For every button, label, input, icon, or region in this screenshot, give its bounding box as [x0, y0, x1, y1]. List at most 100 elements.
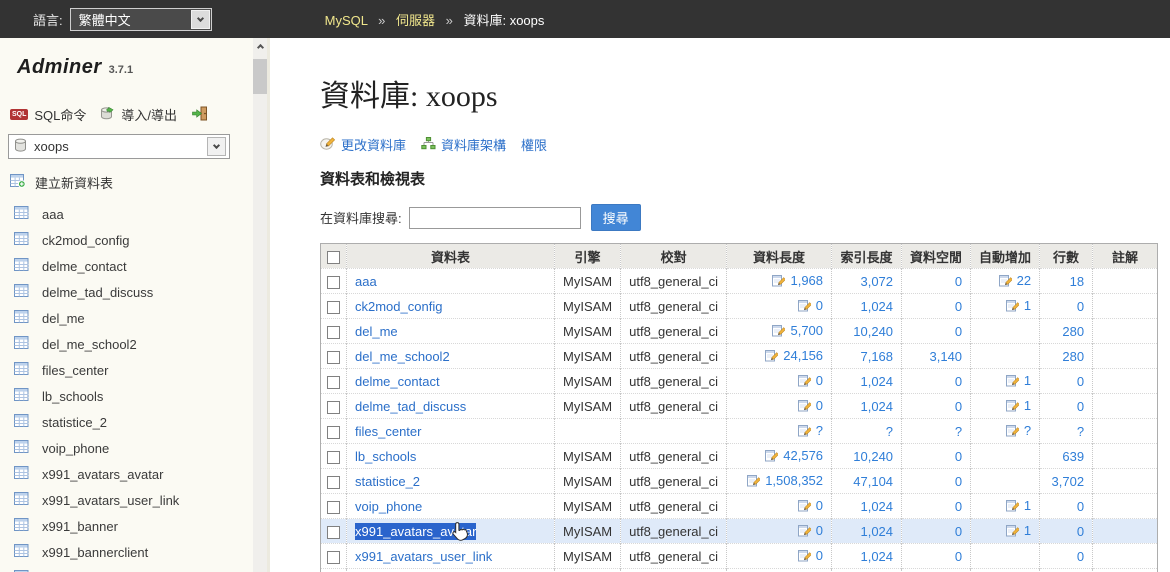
row-checkbox[interactable]: [327, 551, 340, 564]
table-name-link[interactable]: x991_avatars_user_link: [355, 549, 492, 564]
auto-increment-link[interactable]: ?: [1024, 423, 1031, 438]
data-length-link[interactable]: 0: [816, 298, 823, 313]
data-free-link[interactable]: 3,140: [930, 349, 963, 364]
index-length-link[interactable]: 47,104: [853, 474, 893, 489]
table-name-link[interactable]: delme_contact: [355, 374, 440, 389]
index-length-link[interactable]: 1,024: [860, 399, 893, 414]
sidebar-item-table[interactable]: voip_phone: [0, 435, 267, 461]
table-name-link[interactable]: delme_tad_discuss: [355, 399, 466, 414]
sidebar-item-table[interactable]: x991_block_module_link: [0, 565, 267, 572]
row-checkbox[interactable]: [327, 401, 340, 414]
data-free-link[interactable]: ?: [955, 424, 962, 439]
row-count-link[interactable]: 639: [1062, 449, 1084, 464]
row-checkbox[interactable]: [327, 451, 340, 464]
row-checkbox[interactable]: [327, 476, 340, 489]
auto-increment-link[interactable]: 1: [1024, 523, 1031, 538]
data-free-link[interactable]: 0: [955, 399, 962, 414]
row-count-link[interactable]: 280: [1062, 349, 1084, 364]
row-checkbox[interactable]: [327, 301, 340, 314]
sidebar-scrollbar[interactable]: [253, 38, 267, 572]
data-length-link[interactable]: 24,156: [783, 348, 823, 363]
search-button[interactable]: 搜尋: [591, 204, 641, 231]
auto-increment-link[interactable]: 1: [1024, 398, 1031, 413]
scrollbar-thumb[interactable]: [253, 59, 267, 94]
row-checkbox[interactable]: [327, 326, 340, 339]
table-name-link[interactable]: del_me_school2: [355, 349, 450, 364]
row-count-link[interactable]: 0: [1077, 499, 1084, 514]
row-count-link[interactable]: 3,702: [1052, 474, 1085, 489]
auto-increment-link[interactable]: 1: [1024, 298, 1031, 313]
row-count-link[interactable]: 0: [1077, 399, 1084, 414]
database-select[interactable]: xoops: [8, 134, 230, 159]
data-length-link[interactable]: 0: [816, 373, 823, 388]
row-count-link[interactable]: 18: [1070, 274, 1084, 289]
search-input[interactable]: [409, 207, 581, 229]
create-table-link[interactable]: 建立新資料表: [10, 173, 267, 192]
sidebar-item-table[interactable]: x991_bannerclient: [0, 539, 267, 565]
data-length-link[interactable]: 0: [816, 498, 823, 513]
index-length-link[interactable]: 1,024: [860, 499, 893, 514]
row-count-link[interactable]: 0: [1077, 524, 1084, 539]
table-name-link[interactable]: aaa: [355, 274, 377, 289]
table-name-link[interactable]: x991_avatars_avatar: [355, 523, 476, 540]
breadcrumb-link-mysql[interactable]: MySQL: [325, 13, 368, 28]
index-length-link[interactable]: 1,024: [860, 299, 893, 314]
data-length-link[interactable]: 0: [816, 523, 823, 538]
sql-command-link[interactable]: SQL SQL命令: [10, 105, 86, 124]
row-count-link[interactable]: ?: [1077, 424, 1084, 439]
sidebar-item-table[interactable]: aaa: [0, 201, 267, 227]
auto-increment-link[interactable]: 22: [1017, 273, 1031, 288]
action-link[interactable]: 權限: [521, 135, 547, 154]
scroll-up-icon[interactable]: [253, 38, 267, 54]
index-length-link[interactable]: 10,240: [853, 324, 893, 339]
auto-increment-link[interactable]: 1: [1024, 498, 1031, 513]
import-export-link[interactable]: 導入/導出: [100, 105, 177, 124]
row-checkbox[interactable]: [327, 526, 340, 539]
data-free-link[interactable]: 0: [955, 374, 962, 389]
data-free-link[interactable]: 0: [955, 274, 962, 289]
logout-button[interactable]: [191, 106, 208, 124]
data-free-link[interactable]: 0: [955, 324, 962, 339]
table-name-link[interactable]: files_center: [355, 424, 421, 439]
row-checkbox[interactable]: [327, 501, 340, 514]
sidebar-item-table[interactable]: x991_avatars_user_link: [0, 487, 267, 513]
row-checkbox[interactable]: [327, 426, 340, 439]
index-length-link[interactable]: ?: [886, 424, 893, 439]
row-count-link[interactable]: 0: [1077, 549, 1084, 564]
row-checkbox[interactable]: [327, 376, 340, 389]
sidebar-item-table[interactable]: x991_avatars_avatar: [0, 461, 267, 487]
data-free-link[interactable]: 0: [955, 474, 962, 489]
data-free-link[interactable]: 0: [955, 524, 962, 539]
sidebar-item-table[interactable]: del_me: [0, 305, 267, 331]
select-all-checkbox[interactable]: [327, 251, 340, 264]
row-count-link[interactable]: 0: [1077, 299, 1084, 314]
row-count-link[interactable]: 280: [1062, 324, 1084, 339]
breadcrumb-link-server[interactable]: 伺服器: [396, 13, 435, 28]
language-select[interactable]: 繁體中文: [70, 8, 212, 31]
data-length-link[interactable]: 5,700: [790, 323, 823, 338]
data-length-link[interactable]: 1,968: [790, 273, 823, 288]
sidebar-item-table[interactable]: statistice_2: [0, 409, 267, 435]
table-name-link[interactable]: ck2mod_config: [355, 299, 442, 314]
sidebar-item-table[interactable]: ck2mod_config: [0, 227, 267, 253]
sidebar-item-table[interactable]: lb_schools: [0, 383, 267, 409]
table-name-link[interactable]: voip_phone: [355, 499, 422, 514]
data-free-link[interactable]: 0: [955, 299, 962, 314]
index-length-link[interactable]: 7,168: [860, 349, 893, 364]
sidebar-item-table[interactable]: x991_banner: [0, 513, 267, 539]
row-checkbox[interactable]: [327, 351, 340, 364]
row-count-link[interactable]: 0: [1077, 374, 1084, 389]
index-length-link[interactable]: 1,024: [860, 549, 893, 564]
table-name-link[interactable]: statistice_2: [355, 474, 420, 489]
data-free-link[interactable]: 0: [955, 549, 962, 564]
data-length-link[interactable]: ?: [816, 423, 823, 438]
index-length-link[interactable]: 10,240: [853, 449, 893, 464]
table-name-link[interactable]: lb_schools: [355, 449, 416, 464]
data-length-link[interactable]: 42,576: [783, 448, 823, 463]
table-name-link[interactable]: del_me: [355, 324, 398, 339]
sidebar-item-table[interactable]: del_me_school2: [0, 331, 267, 357]
action-link[interactable]: 更改資料庫: [320, 135, 406, 154]
data-length-link[interactable]: 1,508,352: [765, 473, 823, 488]
index-length-link[interactable]: 3,072: [860, 274, 893, 289]
auto-increment-link[interactable]: 1: [1024, 373, 1031, 388]
